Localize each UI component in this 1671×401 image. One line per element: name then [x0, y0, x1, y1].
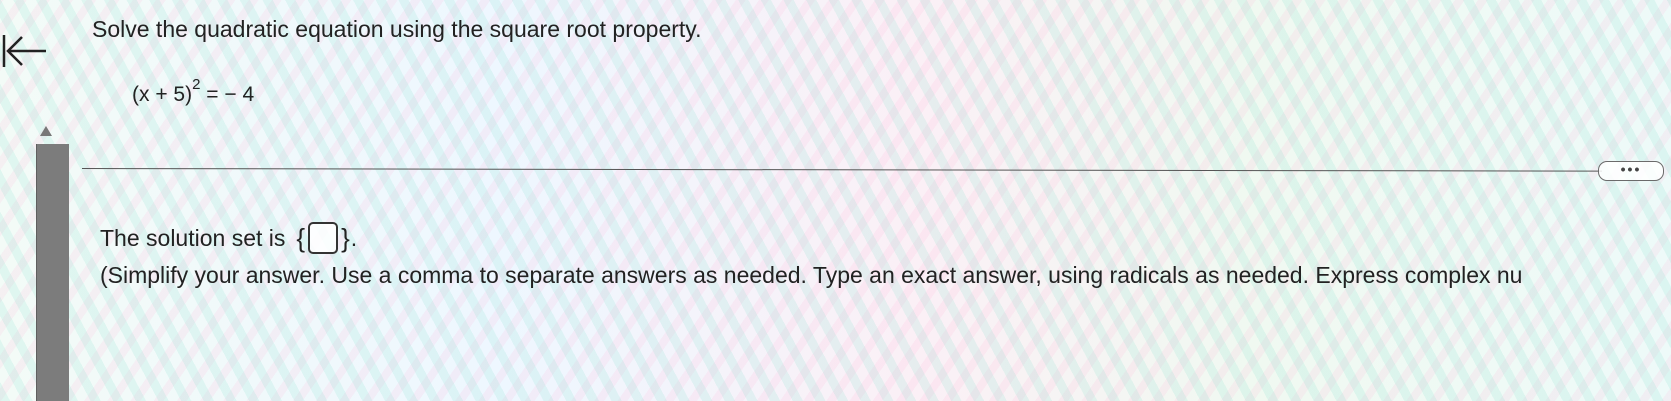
solution-set-period: .: [350, 224, 358, 251]
solution-set-label: The solution set is: [100, 224, 286, 251]
open-brace: {: [296, 222, 306, 253]
close-brace: }: [341, 222, 350, 253]
section-divider: [81, 168, 1602, 172]
equation-rhs: = − 4: [206, 83, 255, 106]
equation-exponent: 2: [192, 76, 201, 93]
left-panel-scrollbar[interactable]: [36, 144, 69, 401]
quadratic-equation: (x + 5)2 = − 4: [132, 76, 255, 107]
answer-instructions: (Simplify your answer. Use a comma to se…: [100, 262, 1523, 288]
answer-input-box[interactable]: [308, 222, 339, 254]
scroll-up-icon[interactable]: [38, 124, 54, 138]
solution-set-line: The solution set is { } .: [100, 222, 357, 254]
question-screen: Solve the quadratic equation using the s…: [0, 0, 1671, 401]
equation-base: (x + 5): [132, 83, 193, 106]
problem-statement: Solve the quadratic equation using the s…: [92, 16, 702, 42]
back-arrow-icon[interactable]: [0, 26, 50, 76]
more-options-button[interactable]: •••: [1598, 161, 1664, 181]
